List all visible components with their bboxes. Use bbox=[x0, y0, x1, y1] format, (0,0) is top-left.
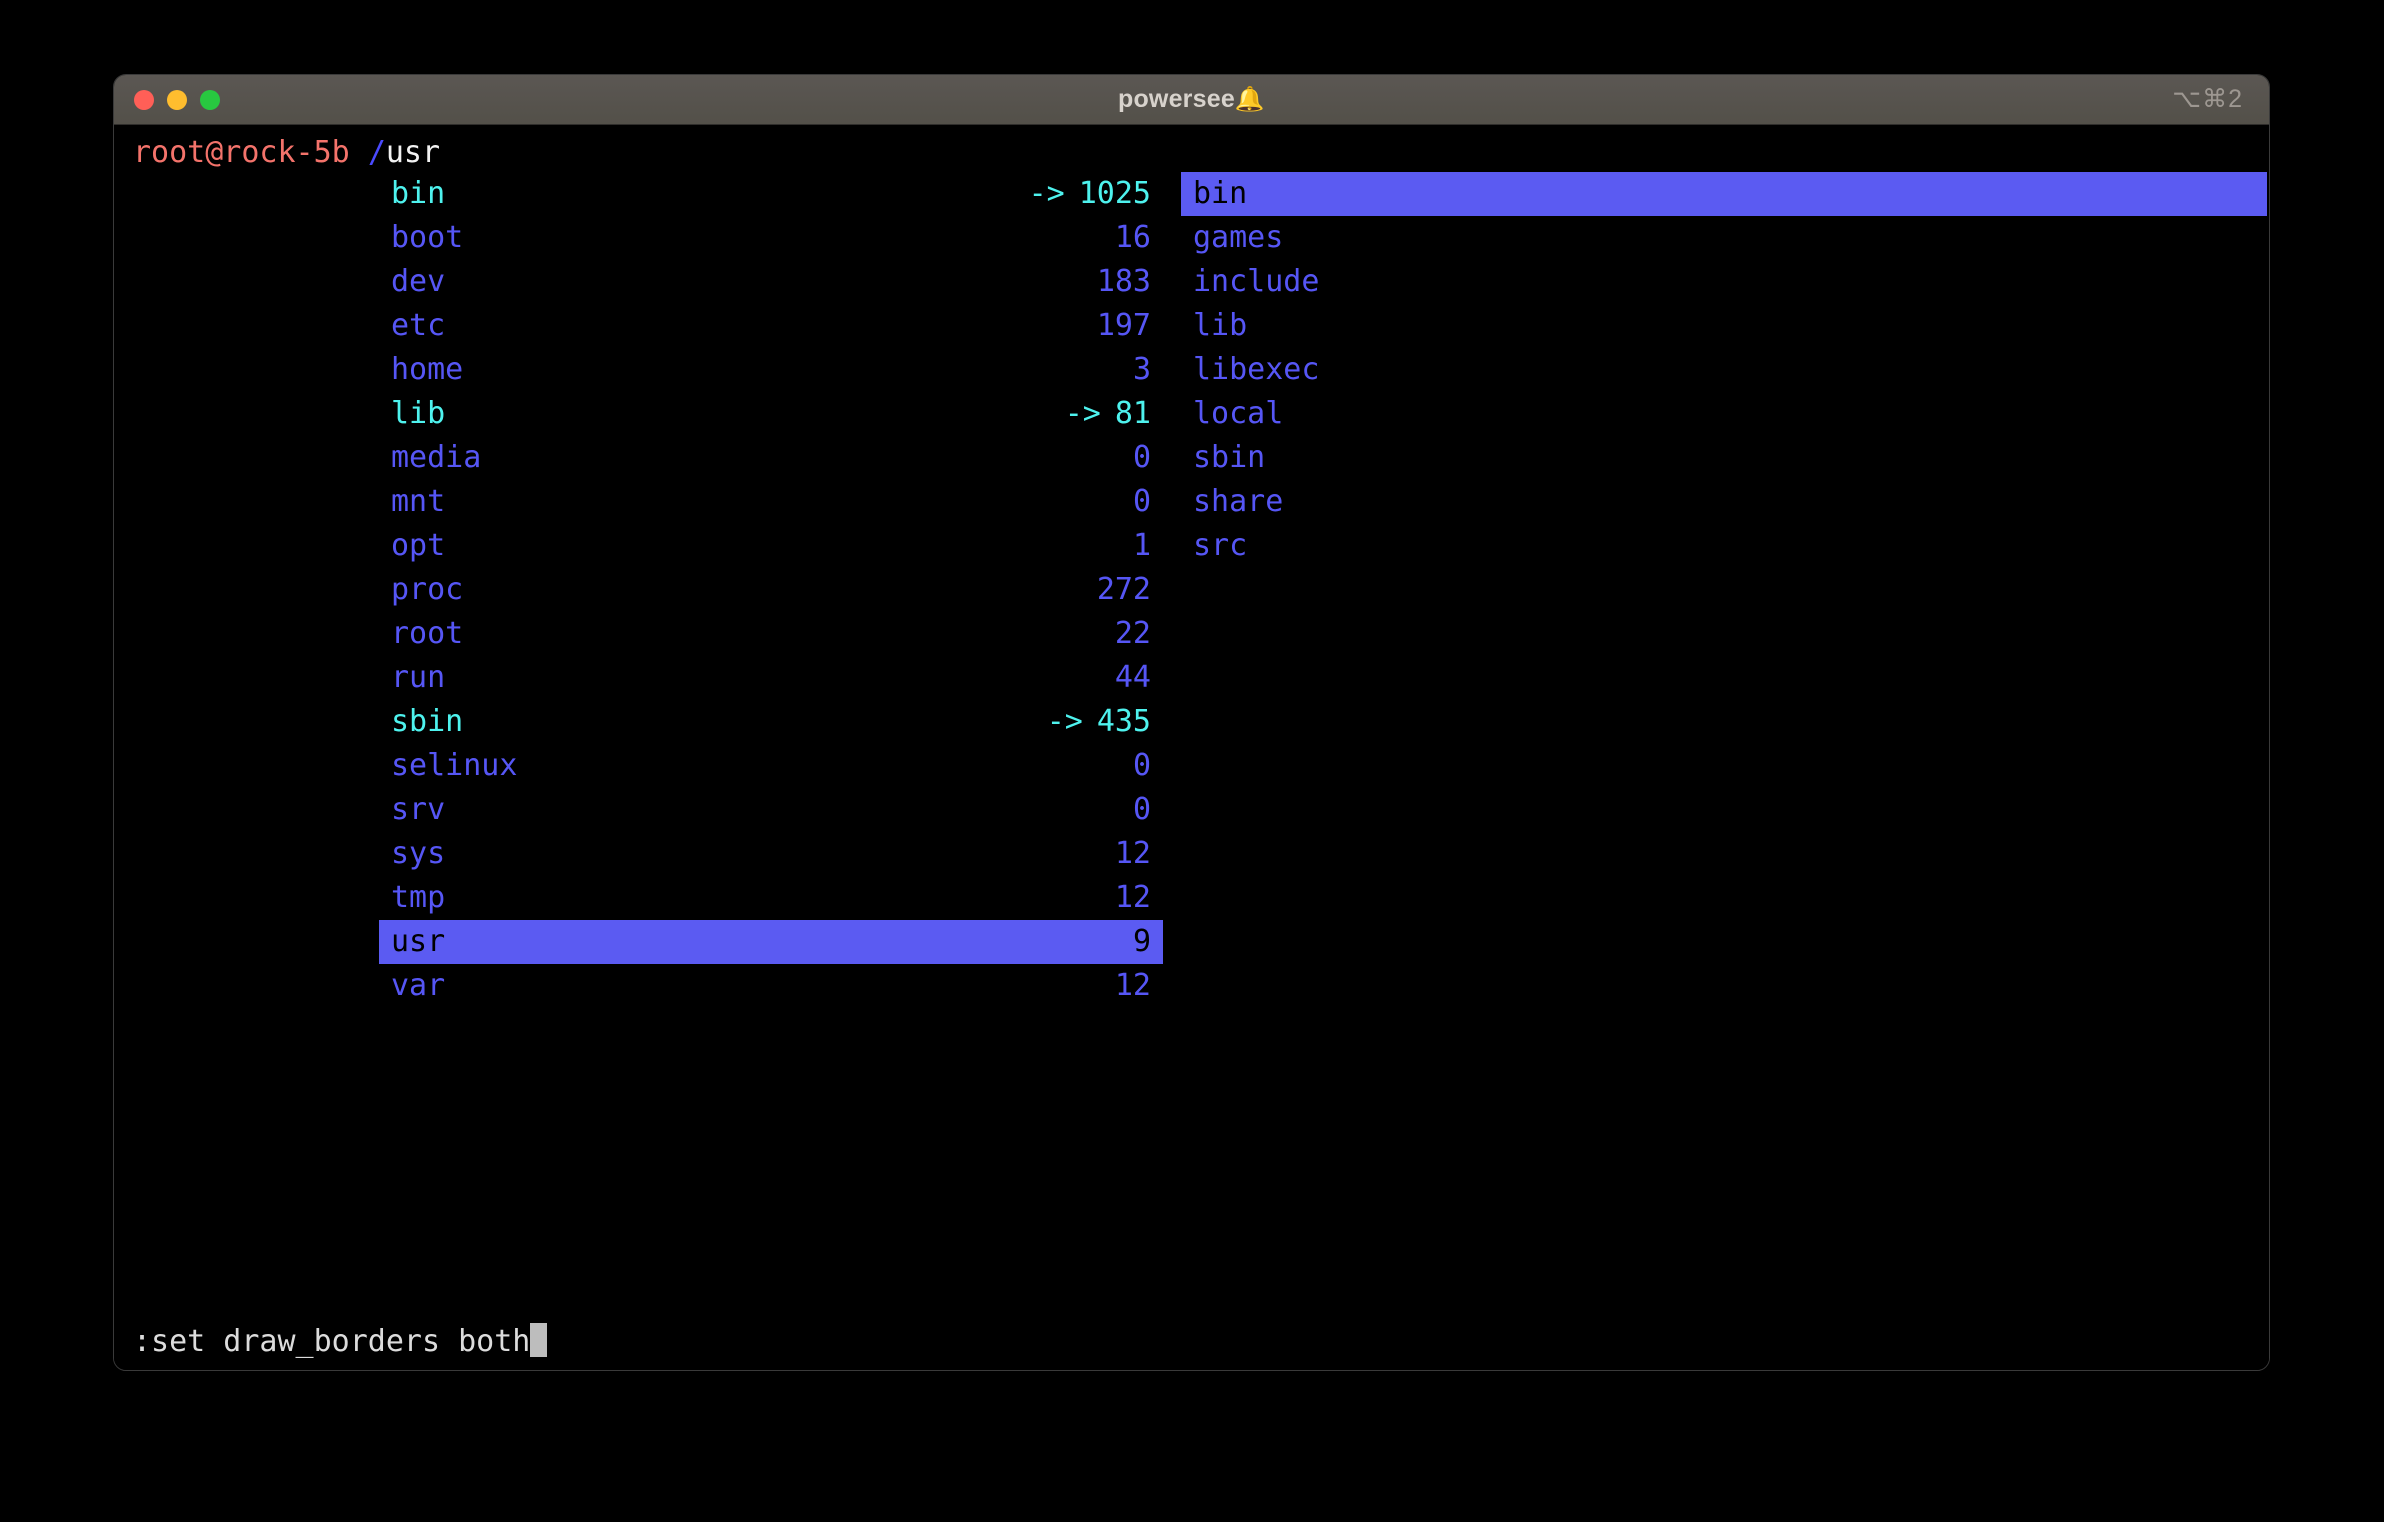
command-line-text: :set draw_borders both bbox=[133, 1324, 531, 1359]
prompt-user-host: root@rock-5b bbox=[133, 135, 350, 170]
window-shortcut-hint: ⌥⌘2 bbox=[2172, 85, 2243, 113]
file-entry-count: 12 bbox=[1114, 836, 1151, 871]
file-row[interactable]: media 0 bbox=[379, 436, 1163, 480]
file-row[interactable]: usr 9 bbox=[379, 920, 1163, 964]
file-row[interactable]: var 12 bbox=[379, 964, 1163, 1008]
file-name: lib bbox=[1193, 308, 1248, 343]
file-name: home bbox=[391, 352, 464, 387]
file-row[interactable]: run 44 bbox=[379, 656, 1163, 700]
file-name: media bbox=[391, 440, 482, 475]
prompt-path: usr bbox=[385, 135, 441, 170]
file-row[interactable]: bin bbox=[1181, 172, 2267, 216]
file-name: games bbox=[1193, 220, 1284, 255]
file-row[interactable]: sbin -> 435 bbox=[379, 700, 1163, 744]
file-name: mnt bbox=[391, 484, 446, 519]
file-name: selinux bbox=[391, 748, 518, 783]
file-name: sys bbox=[391, 836, 446, 871]
file-name: dev bbox=[391, 264, 446, 299]
symlink-arrow-icon: -> bbox=[1046, 704, 1083, 739]
file-name: srv bbox=[391, 792, 446, 827]
bell-icon: 🔔 bbox=[1234, 86, 1266, 113]
file-row[interactable]: src bbox=[1181, 524, 2267, 568]
file-row[interactable]: opt 1 bbox=[379, 524, 1163, 568]
file-entry-count: 9 bbox=[1132, 924, 1151, 959]
file-entry-count: 272 bbox=[1096, 572, 1151, 607]
file-row[interactable]: root 22 bbox=[379, 612, 1163, 656]
file-row[interactable]: share bbox=[1181, 480, 2267, 524]
file-name: sbin bbox=[391, 704, 464, 739]
file-entry-count: 44 bbox=[1114, 660, 1151, 695]
file-row[interactable]: lib -> 81 bbox=[379, 392, 1163, 436]
file-entry-count: 16 bbox=[1114, 220, 1151, 255]
file-row[interactable]: local bbox=[1181, 392, 2267, 436]
file-entry-count: 0 bbox=[1132, 484, 1151, 519]
file-row[interactable]: boot 16 bbox=[379, 216, 1163, 260]
file-row[interactable]: selinux 0 bbox=[379, 744, 1163, 788]
prompt-path-separator: / bbox=[367, 135, 386, 170]
file-row[interactable]: home 3 bbox=[379, 348, 1163, 392]
close-window-button[interactable] bbox=[134, 89, 154, 110]
file-row[interactable]: games bbox=[1181, 216, 2267, 260]
command-line[interactable]: :set draw_borders both bbox=[133, 1323, 548, 1359]
file-row[interactable]: dev 183 bbox=[379, 260, 1163, 304]
file-name: proc bbox=[391, 572, 464, 607]
file-entry-count: 197 bbox=[1096, 308, 1151, 343]
symlink-arrow-icon: -> bbox=[1028, 176, 1065, 211]
symlink-arrow-icon: -> bbox=[1064, 396, 1101, 431]
file-name: sbin bbox=[1193, 440, 1266, 475]
file-entry-count: 1025 bbox=[1078, 176, 1151, 211]
window-title-text: powersee bbox=[1117, 85, 1235, 113]
file-name: usr bbox=[391, 924, 446, 959]
file-name: bin bbox=[391, 176, 446, 211]
terminal-screen[interactable]: root@rock-5b /usr bin -> 1025 boot 16 dev 183 e… bbox=[114, 125, 2269, 1370]
minimize-window-button[interactable] bbox=[167, 89, 187, 110]
file-entry-count: 435 bbox=[1096, 704, 1151, 739]
file-entry-count: 3 bbox=[1132, 352, 1151, 387]
file-name: bin bbox=[1193, 176, 1248, 211]
file-name: boot bbox=[391, 220, 464, 255]
window-title: powersee🔔 bbox=[114, 75, 2269, 124]
file-list-current[interactable]: bin games include lib libexec local sbin share s… bbox=[1181, 172, 2267, 568]
file-row[interactable]: mnt 0 bbox=[379, 480, 1163, 524]
file-row[interactable]: libexec bbox=[1181, 348, 2267, 392]
file-row[interactable]: bin -> 1025 bbox=[379, 172, 1163, 216]
file-name: run bbox=[391, 660, 446, 695]
file-name: var bbox=[391, 968, 446, 1003]
file-row[interactable]: srv 0 bbox=[379, 788, 1163, 832]
zoom-window-button[interactable] bbox=[200, 89, 220, 110]
file-entry-count: 12 bbox=[1114, 968, 1151, 1003]
file-row[interactable]: sys 12 bbox=[379, 832, 1163, 876]
window-controls bbox=[134, 75, 220, 124]
file-name: local bbox=[1193, 396, 1284, 431]
file-entry-count: 0 bbox=[1132, 440, 1151, 475]
file-name: etc bbox=[391, 308, 446, 343]
file-entry-count: 183 bbox=[1096, 264, 1151, 299]
file-row[interactable]: tmp 12 bbox=[379, 876, 1163, 920]
shell-prompt-line: root@rock-5b /usr bbox=[133, 135, 440, 170]
file-entry-count: 81 bbox=[1114, 396, 1151, 431]
text-cursor bbox=[530, 1323, 548, 1357]
file-row[interactable]: etc 197 bbox=[379, 304, 1163, 348]
file-row[interactable]: lib bbox=[1181, 304, 2267, 348]
file-entry-count: 0 bbox=[1132, 748, 1151, 783]
file-entry-count: 1 bbox=[1132, 528, 1151, 563]
file-name: root bbox=[391, 616, 464, 651]
file-name: libexec bbox=[1193, 352, 1320, 387]
file-name: src bbox=[1193, 528, 1248, 563]
file-name: share bbox=[1193, 484, 1284, 519]
file-browser-panes: bin -> 1025 boot 16 dev 183 etc 197 home 3 lib -> 81 m… bbox=[114, 172, 2269, 1311]
file-row[interactable]: proc 272 bbox=[379, 568, 1163, 612]
file-row[interactable]: include bbox=[1181, 260, 2267, 304]
file-entry-count: 12 bbox=[1114, 880, 1151, 915]
file-name: tmp bbox=[391, 880, 446, 915]
window-titlebar[interactable]: powersee🔔 ⌥⌘2 bbox=[114, 75, 2269, 125]
file-name: opt bbox=[391, 528, 446, 563]
file-name: lib bbox=[391, 396, 446, 431]
file-list-parent[interactable]: bin -> 1025 boot 16 dev 183 etc 197 home 3 lib -> 81 m… bbox=[379, 172, 1163, 1008]
file-entry-count: 22 bbox=[1114, 616, 1151, 651]
terminal-window[interactable]: powersee🔔 ⌥⌘2 root@rock-5b /usr bin -> 102… bbox=[113, 74, 2270, 1371]
file-entry-count: 0 bbox=[1132, 792, 1151, 827]
file-row[interactable]: sbin bbox=[1181, 436, 2267, 480]
file-name: include bbox=[1193, 264, 1320, 299]
